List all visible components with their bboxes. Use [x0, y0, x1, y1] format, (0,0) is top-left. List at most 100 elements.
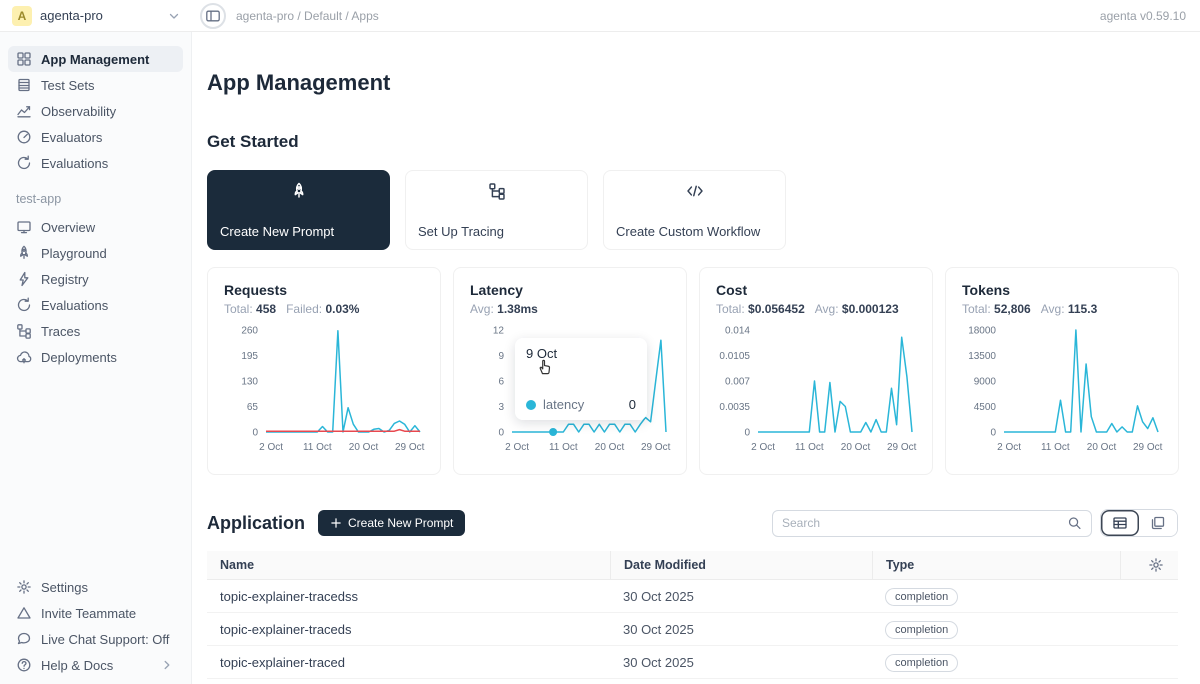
cloud-icon [16, 349, 32, 365]
metric-stats: Total: 458Failed: 0.03% [224, 302, 424, 316]
svg-text:18000: 18000 [968, 326, 996, 337]
svg-text:11 Oct: 11 Oct [303, 442, 332, 453]
table-view-button[interactable] [1101, 510, 1139, 536]
app-name: topic-explainer-traceds [207, 622, 610, 637]
search-icon[interactable] [1067, 515, 1082, 531]
sidebar-item[interactable]: Invite Teammate [8, 600, 183, 626]
sidebar-item-label: Evaluators [41, 130, 102, 145]
svg-text:0: 0 [498, 428, 504, 439]
get-started-card-label: Set Up Tracing [418, 224, 504, 239]
svg-text:0: 0 [990, 428, 996, 439]
column-header-type[interactable]: Type [872, 551, 1120, 579]
bolt-icon [16, 271, 32, 287]
get-started-card[interactable]: Set Up Tracing [405, 170, 588, 250]
sidebar-item[interactable]: Settings [8, 574, 183, 600]
table-row[interactable]: career-assessment 27 Oct 2025 completion [207, 679, 1178, 684]
collapse-sidebar-button[interactable] [200, 3, 226, 29]
sidebar-item-label: Playground [41, 246, 107, 261]
svg-text:195: 195 [241, 351, 258, 362]
svg-text:0.014: 0.014 [725, 326, 750, 337]
table-row[interactable]: topic-explainer-tracedss 30 Oct 2025 com… [207, 580, 1178, 613]
workspace-selector[interactable]: A agenta-pro [0, 6, 192, 26]
sidebar-item[interactable]: Test Sets [8, 72, 183, 98]
table-body: topic-explainer-tracedss 30 Oct 2025 com… [207, 580, 1178, 684]
chat-icon [16, 631, 32, 647]
get-started-card[interactable]: Create New Prompt [207, 170, 390, 250]
chevron-right-icon [159, 657, 175, 673]
create-new-prompt-button[interactable]: Create New Prompt [318, 510, 465, 536]
gear-icon [1148, 557, 1164, 573]
svg-text:29 Oct: 29 Oct [641, 442, 671, 453]
svg-text:12: 12 [493, 326, 505, 337]
chart-tooltip: 9 Oct latency 0 [515, 338, 647, 420]
svg-text:11 Oct: 11 Oct [549, 442, 578, 453]
version-label: agenta v0.59.10 [1100, 9, 1200, 23]
sidebar-item-label: Overview [41, 220, 95, 235]
svg-text:20 Oct: 20 Oct [841, 442, 871, 453]
chevron-down-icon [166, 8, 182, 24]
get-started-card[interactable]: Create Custom Workflow [603, 170, 786, 250]
series-dot [526, 400, 536, 410]
svg-text:0: 0 [744, 428, 750, 439]
sidebar-item[interactable]: Playground [8, 240, 183, 266]
metric-cards: Requests Total: 458Failed: 0.03% 0651301… [207, 267, 1178, 475]
table-row[interactable]: topic-explainer-traceds 30 Oct 2025 comp… [207, 613, 1178, 646]
test-sets-icon [16, 77, 32, 93]
search-input[interactable] [782, 516, 1067, 530]
tooltip-series-label: latency [543, 397, 584, 412]
refresh-icon [16, 297, 32, 313]
view-toggle [1100, 509, 1178, 537]
grid-icon [16, 51, 32, 67]
breadcrumb[interactable]: agenta-pro / Default / Apps [236, 9, 379, 23]
sidebar-item[interactable]: Live Chat Support: Off [8, 626, 183, 652]
sidebar-app-nav: Overview Playground Registry Evaluations [8, 214, 183, 370]
metric-chart: 0651301952602 Oct11 Oct20 Oct29 Oct [224, 324, 426, 464]
hand-cursor-icon [535, 357, 554, 376]
column-header-name[interactable]: Name [207, 551, 610, 579]
app-date-modified: 30 Oct 2025 [610, 655, 872, 670]
svg-text:3: 3 [498, 402, 504, 413]
svg-text:130: 130 [241, 377, 258, 388]
code-icon [616, 182, 773, 200]
sidebar-item[interactable]: Evaluations [8, 150, 183, 176]
svg-text:260: 260 [241, 326, 258, 337]
sidebar-item-label: Invite Teammate [41, 606, 136, 621]
sidebar-item[interactable]: App Management [8, 46, 183, 72]
workspace-name: agenta-pro [40, 8, 103, 23]
rocket-icon [16, 245, 32, 261]
sidebar-item[interactable]: Traces [8, 318, 183, 344]
column-header-date-modified[interactable]: Date Modified [610, 551, 872, 579]
sidebar-item[interactable]: Help & Docs [8, 652, 183, 678]
table-header: Name Date Modified Type [207, 551, 1178, 580]
sidebar-item[interactable]: Evaluations [8, 292, 183, 318]
metric-stats: Total: $0.056452Avg: $0.000123 [716, 302, 916, 316]
branch-icon [16, 323, 32, 339]
sidebar-item[interactable]: Registry [8, 266, 183, 292]
sidebar-item-label: Observability [41, 104, 116, 119]
application-title: Application [207, 513, 305, 534]
sidebar-bottom-nav: Settings Invite Teammate Live Chat Suppo… [8, 574, 183, 680]
table-row[interactable]: topic-explainer-traced 30 Oct 2025 compl… [207, 646, 1178, 679]
card-view-button[interactable] [1139, 510, 1177, 536]
svg-text:2 Oct: 2 Oct [259, 442, 283, 453]
table-view-icon [1112, 515, 1128, 531]
applications-table: Name Date Modified Type topic-explainer-… [207, 551, 1178, 684]
main-content: App Management Get Started Create New Pr… [192, 32, 1200, 684]
chart-line-icon [16, 103, 32, 119]
sidebar: App Management Test Sets Observability E… [0, 32, 192, 684]
metric-title: Latency [470, 282, 670, 298]
sidebar-item[interactable]: Observability [8, 98, 183, 124]
column-settings-button[interactable] [1120, 551, 1178, 579]
sidebar-item[interactable]: Overview [8, 214, 183, 240]
refresh-icon [16, 155, 32, 171]
metric-card-cost: Cost Total: $0.056452Avg: $0.000123 00.0… [699, 267, 933, 475]
svg-text:0.0035: 0.0035 [719, 402, 750, 413]
svg-text:29 Oct: 29 Oct [887, 442, 917, 453]
top-bar: A agenta-pro agenta-pro / Default / Apps… [0, 0, 1200, 32]
svg-text:11 Oct: 11 Oct [1041, 442, 1070, 453]
sidebar-item[interactable]: Deployments [8, 344, 183, 370]
sidebar-item[interactable]: Evaluators [8, 124, 183, 150]
svg-text:0: 0 [252, 428, 258, 439]
metric-chart: 04500900013500180002 Oct11 Oct20 Oct29 O… [962, 324, 1164, 464]
sidebar-item-label: Settings [41, 580, 88, 595]
